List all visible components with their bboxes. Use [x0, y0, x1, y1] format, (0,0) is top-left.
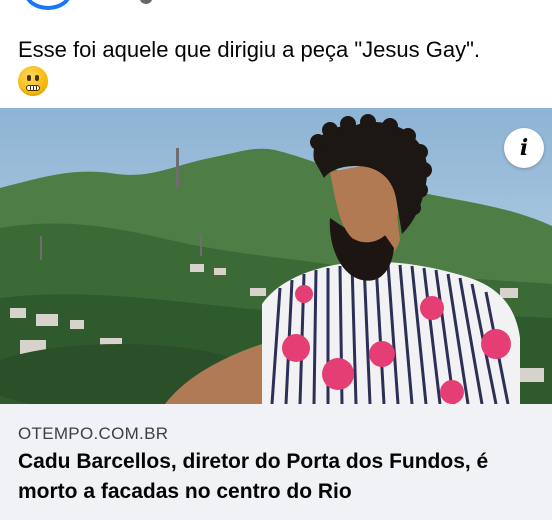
link-headline[interactable]: Cadu Barcellos, diretor do Porta dos Fun… [18, 447, 548, 507]
link-domain: OTEMPO.COM.BR [18, 424, 169, 443]
post-text: Esse foi aquele que dirigiu a peça "Jesu… [18, 37, 480, 62]
avatar[interactable] [24, 0, 72, 10]
author-name-partial[interactable] [96, 0, 118, 4]
post-header-partial [0, 0, 552, 14]
article-photo [0, 108, 552, 404]
link-preview-image[interactable] [0, 108, 552, 404]
audience-icon [140, 0, 152, 4]
zipper-mouth-emoji-icon [18, 66, 48, 96]
info-icon[interactable]: i [504, 128, 544, 168]
